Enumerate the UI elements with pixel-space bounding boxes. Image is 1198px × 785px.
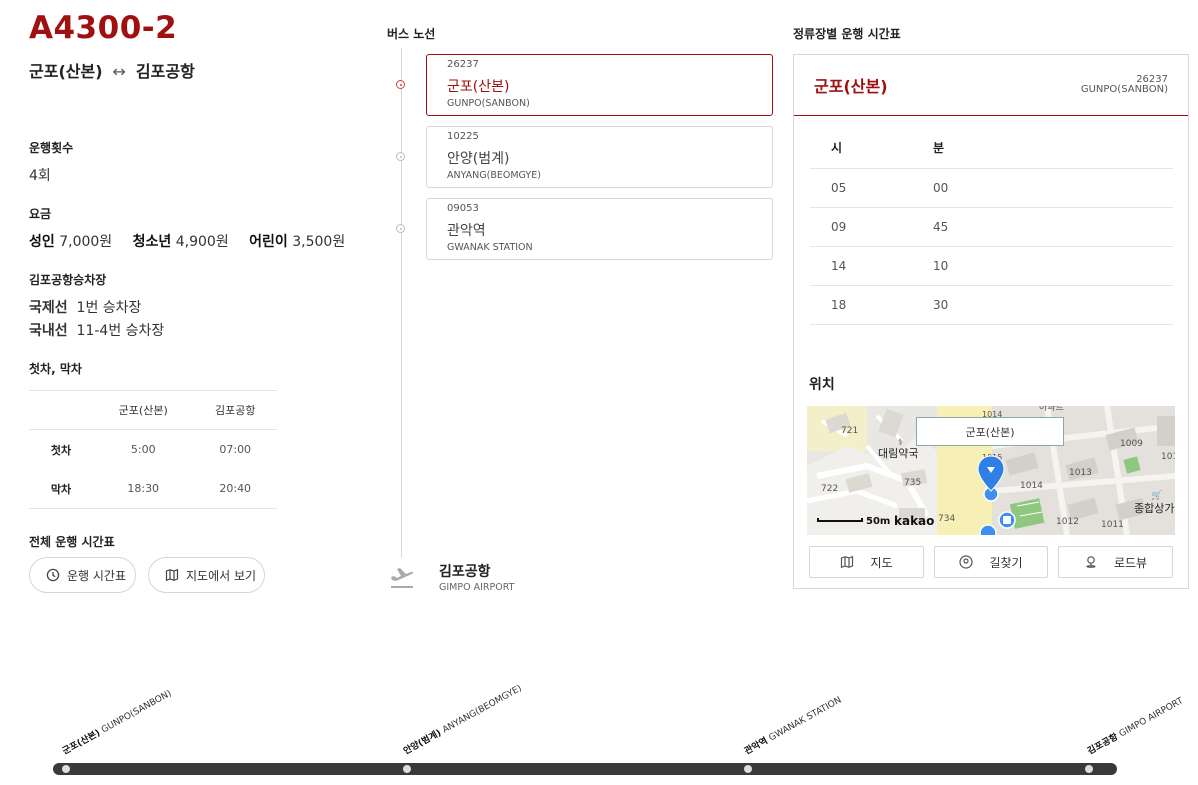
strip-stop-dot[interactable] bbox=[62, 765, 70, 773]
strip-stop-dot[interactable] bbox=[1085, 765, 1093, 773]
timetable-stop-name-en: GUNPO(SANBON) bbox=[1080, 84, 1168, 95]
svg-text:101: 101 bbox=[1161, 452, 1175, 462]
svg-text:1011: 1011 bbox=[1101, 520, 1124, 530]
svg-text:1013: 1013 bbox=[1069, 468, 1092, 478]
fare-list: 성인 7,000원 청소년 4,900원 어린이 3,500원 bbox=[29, 231, 361, 251]
stop-card-gunpo[interactable]: 26237 군포(산본) GUNPO(SANBON) bbox=[426, 54, 773, 116]
map-marker-label: 군포(산본) bbox=[916, 417, 1064, 446]
route-stops-header: 버스 노선 bbox=[387, 27, 436, 41]
trips-label: 운행횟수 bbox=[29, 141, 74, 155]
location-label: 위치 bbox=[809, 377, 835, 393]
fare-youth: 청소년 4,900원 bbox=[132, 234, 229, 250]
map-icon bbox=[841, 555, 854, 569]
clock-icon bbox=[46, 568, 60, 582]
stop-card-anyang[interactable]: 10225 안양(범계) ANYANG(BEOMGYE) bbox=[426, 126, 773, 188]
first-last-col-origin: 군포(산본) bbox=[93, 390, 194, 430]
fare-label: 요금 bbox=[29, 207, 52, 221]
fare-adult: 성인 7,000원 bbox=[29, 234, 113, 250]
route-strip-bar bbox=[53, 763, 1117, 775]
strip-label-gimpo: 김포공항GIMPO AIRPORT bbox=[1086, 696, 1186, 757]
airplane-icon bbox=[391, 568, 414, 588]
svg-text:대림약국: 대림약국 bbox=[878, 446, 918, 460]
timeline-dot bbox=[396, 224, 405, 233]
timeline-dot bbox=[396, 80, 405, 89]
timetable-table: 시 분 05 00 09 45 14 10 18 30 bbox=[810, 126, 1173, 325]
table-row: 09 45 bbox=[810, 207, 1173, 247]
svg-text:아파트: 아파트 bbox=[1039, 406, 1064, 413]
timetable-stop-name: 군포(산본) bbox=[814, 77, 888, 96]
stop-name-en: GUNPO(SANBON) bbox=[447, 98, 530, 109]
full-timetable-label: 전체 운행 시간표 bbox=[29, 535, 115, 549]
stop-card-gwanak[interactable]: 09053 관악역 GWANAK STATION bbox=[426, 198, 773, 260]
route-endpoints: 군포(산본) ↔ 김포공항 bbox=[29, 58, 195, 82]
strip-label-anyang: 안양(범계)ANYANG(BEOMGYE) bbox=[402, 683, 524, 757]
stop-name-en: GWANAK STATION bbox=[447, 242, 533, 253]
svg-text:1009: 1009 bbox=[1120, 439, 1143, 449]
table-row: 막차 18:30 20:40 bbox=[29, 469, 277, 509]
col-minute: 분 bbox=[932, 126, 1173, 169]
table-row: 14 10 bbox=[810, 246, 1173, 286]
svg-text:🛒: 🛒 bbox=[1151, 489, 1162, 501]
platform-domestic: 국내선 11-4번 승차장 bbox=[29, 323, 165, 339]
map-icon bbox=[165, 568, 179, 582]
svg-text:⚕: ⚕ bbox=[898, 438, 903, 448]
first-last-col-dest: 김포공항 bbox=[193, 390, 277, 430]
timeline-line bbox=[401, 48, 402, 558]
destination-stop-name-en: GIMPO AIRPORT bbox=[439, 582, 515, 593]
route-destination: 김포공항 bbox=[135, 62, 195, 81]
roadview-button[interactable]: 로드뷰 bbox=[1058, 546, 1173, 578]
strip-stop-dot[interactable] bbox=[403, 765, 411, 773]
route-origin: 군포(산본) bbox=[29, 62, 103, 81]
first-last-table: 군포(산본) 김포공항 첫차 5:00 07:00 막차 18:30 20:40 bbox=[29, 390, 277, 509]
location-map[interactable]: 721 대림약국 ⚕ 735 722 734 1014 아파트 1015 101… bbox=[807, 406, 1175, 535]
table-row: 05 00 bbox=[810, 168, 1173, 208]
bidirectional-arrow-icon: ↔ bbox=[112, 62, 126, 81]
directions-button[interactable]: 길찾기 bbox=[934, 546, 1048, 578]
svg-text:721: 721 bbox=[841, 426, 858, 436]
stop-id: 10225 bbox=[447, 131, 479, 142]
strip-label-gwanak: 관악역GWANAK STATION bbox=[743, 695, 844, 757]
svg-text:722: 722 bbox=[821, 484, 838, 494]
map-scale-bar bbox=[817, 518, 863, 522]
stop-name-en: ANYANG(BEOMGYE) bbox=[447, 170, 541, 181]
platform-label: 김포공항승차장 bbox=[29, 273, 107, 287]
stop-name: 군포(산본) bbox=[447, 79, 510, 95]
route-number: A4300-2 bbox=[29, 10, 178, 46]
svg-text:735: 735 bbox=[904, 478, 921, 488]
svg-text:1012: 1012 bbox=[1056, 517, 1079, 527]
svg-text:734: 734 bbox=[938, 514, 955, 524]
map-button[interactable]: 지도 bbox=[809, 546, 924, 578]
timeline-dot bbox=[396, 152, 405, 161]
col-hour: 시 bbox=[810, 126, 932, 169]
svg-text:1014: 1014 bbox=[1020, 481, 1043, 491]
table-row: 첫차 5:00 07:00 bbox=[50, 443, 252, 457]
destination-stop-name: 김포공항 bbox=[439, 564, 491, 580]
map-scale-label: 50m bbox=[866, 516, 891, 527]
stop-id: 09053 bbox=[447, 203, 479, 214]
timetable-button[interactable]: 운행 시간표 bbox=[29, 557, 136, 593]
stop-id: 26237 bbox=[447, 59, 479, 70]
view-map-button[interactable]: 지도에서 보기 bbox=[148, 557, 265, 593]
stop-name: 안양(범계) bbox=[447, 151, 510, 167]
platform-international: 국제선 1번 승차장 bbox=[29, 300, 142, 316]
stop-timetable-header: 정류장별 운행 시간표 bbox=[793, 27, 901, 41]
strip-label-gunpo: 군포(산본)GUNPO(SANBON) bbox=[61, 688, 174, 757]
timetable-divider bbox=[794, 115, 1188, 116]
stop-name: 관악역 bbox=[447, 223, 486, 239]
first-last-label: 첫차, 막차 bbox=[29, 362, 82, 376]
location-pin-icon bbox=[959, 555, 974, 569]
svg-text:종합상가: 종합상가 bbox=[1134, 502, 1174, 515]
roadview-pin-icon bbox=[1086, 556, 1096, 568]
fare-child: 어린이 3,500원 bbox=[249, 234, 346, 250]
table-row: 18 30 bbox=[810, 285, 1173, 325]
strip-stop-dot[interactable] bbox=[744, 765, 752, 773]
trips-value: 4회 bbox=[29, 168, 51, 184]
kakao-logo: kakao bbox=[894, 514, 935, 528]
